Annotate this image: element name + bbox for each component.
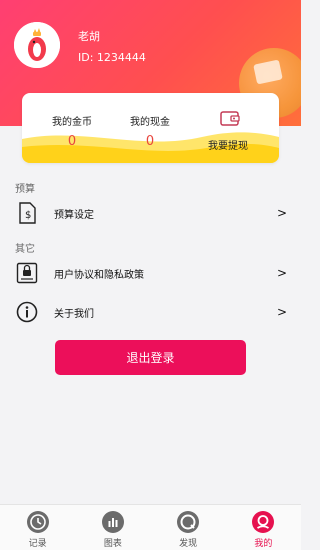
chart-icon: [101, 510, 125, 534]
nav-label-records: 记录: [28, 539, 47, 549]
coins-stat[interactable]: 我的金币 0: [42, 113, 102, 149]
nav-item-mine[interactable]: 我的: [226, 505, 301, 550]
nav-item-discover[interactable]: 发现: [151, 505, 226, 550]
about-label: 关于我们: [54, 308, 94, 320]
svg-text:$: $: [25, 210, 31, 221]
bottom-nav: 记录 图表 发现 我的: [0, 504, 301, 550]
budget-section-title: 预算: [15, 184, 35, 195]
nav-item-charts[interactable]: 图表: [75, 505, 150, 550]
agreement-label: 用户协议和隐私政策: [54, 269, 144, 281]
about-row[interactable]: 关于我们 >: [0, 295, 301, 329]
info-icon: [15, 300, 39, 324]
budget-document-icon: $: [15, 201, 39, 225]
user-name: 老胡: [78, 30, 100, 43]
discover-icon: [176, 510, 200, 534]
avatar-icon: [14, 22, 60, 68]
nav-item-records[interactable]: 记录: [0, 505, 75, 550]
chevron-right-icon: >: [276, 206, 287, 220]
logout-button[interactable]: 退出登录: [55, 340, 246, 375]
chevron-right-icon: >: [276, 305, 287, 319]
nav-label-mine: 我的: [254, 539, 273, 549]
coins-value: 0: [67, 134, 77, 149]
coins-label: 我的金币: [52, 117, 92, 128]
avatar[interactable]: [14, 22, 60, 68]
wallet-icon[interactable]: [220, 110, 240, 127]
withdraw-button[interactable]: 我要提现: [208, 137, 248, 152]
nav-label-discover: 发现: [179, 539, 198, 549]
budget-setting-row[interactable]: $ 预算设定 >: [0, 196, 301, 230]
wallet-card: 我的金币 0 我的现金 0 我要提现: [22, 93, 279, 163]
other-section-title: 其它: [15, 244, 35, 255]
nav-label-charts: 图表: [103, 539, 122, 549]
cash-label: 我的现金: [130, 117, 170, 128]
app-root: 老胡 ID: 1234444 我的金币 0 我的现金 0 我要提现 预算 $ 预…: [0, 0, 301, 550]
profile-icon: [251, 510, 275, 534]
cash-value: 0: [145, 134, 155, 149]
lock-document-icon: [15, 261, 39, 285]
budget-setting-label: 预算设定: [54, 209, 94, 221]
clock-icon: [26, 510, 50, 534]
agreement-row[interactable]: 用户协议和隐私政策 >: [0, 256, 301, 290]
user-id: ID: 1234444: [78, 51, 146, 64]
cash-stat[interactable]: 我的现金 0: [120, 113, 180, 149]
chevron-right-icon: >: [276, 266, 287, 280]
